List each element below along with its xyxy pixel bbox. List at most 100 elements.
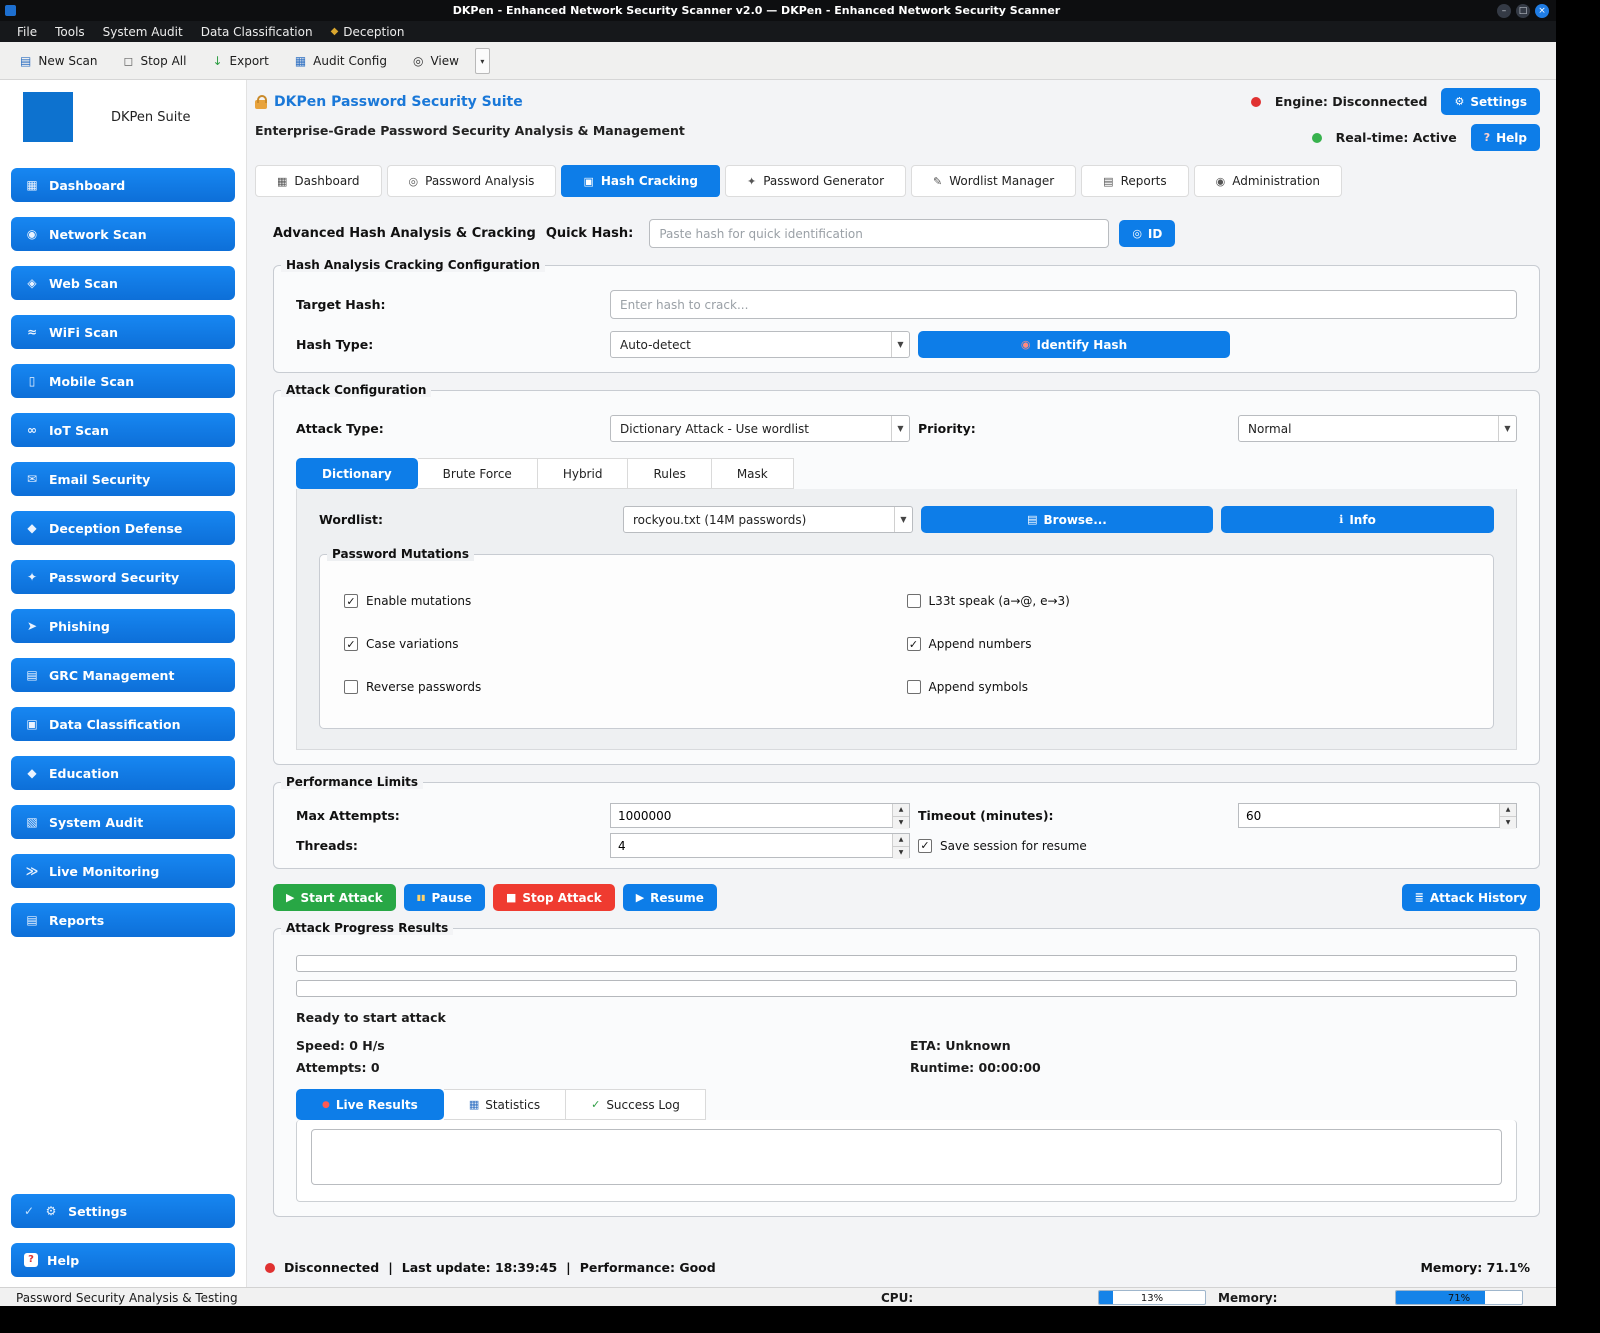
- attack-type-select[interactable]: Dictionary Attack - Use wordlist▼: [610, 415, 910, 442]
- sidebar-item-grc-management[interactable]: ▤GRC Management: [11, 658, 235, 692]
- sidebar-item-phishing[interactable]: ➤Phishing: [11, 609, 235, 643]
- footer-text: Password Security Analysis & Testing: [16, 1291, 238, 1305]
- close-button[interactable]: ×: [1535, 4, 1549, 18]
- sidebar-item-network-scan[interactable]: ◉Network Scan: [11, 217, 235, 251]
- minimize-button[interactable]: –: [1497, 4, 1511, 18]
- attempts-text: Attempts: 0: [296, 1060, 910, 1075]
- subtab-rules[interactable]: Rules: [628, 458, 711, 489]
- attack-history-button[interactable]: ≣Attack History: [1402, 884, 1540, 911]
- stepper-arrows-icon[interactable]: ▲▼: [1499, 804, 1516, 827]
- checkbox-case-variations[interactable]: Case variations: [344, 637, 907, 651]
- menu-data-classification[interactable]: Data Classification: [192, 24, 322, 40]
- phishing-icon: ➤: [24, 619, 40, 633]
- tab-password-generator[interactable]: ✦Password Generator: [725, 165, 906, 197]
- tab-reports[interactable]: ▤Reports: [1081, 165, 1188, 197]
- tab-password-analysis[interactable]: ◎Password Analysis: [387, 165, 557, 197]
- sidebar: DKPen Suite ▦Dashboard ◉Network Scan ◈We…: [0, 80, 247, 1287]
- priority-select[interactable]: Normal▼: [1238, 415, 1517, 442]
- subtab-live-results[interactable]: ●Live Results: [296, 1089, 444, 1120]
- subtab-mask[interactable]: Mask: [712, 458, 794, 489]
- priority-label: Priority:: [918, 421, 1230, 436]
- tab-administration[interactable]: ◉Administration: [1194, 165, 1342, 197]
- attack-type-label: Attack Type:: [296, 421, 602, 436]
- hash-type-select[interactable]: Auto-detect▼: [610, 331, 910, 358]
- stepper-arrows-icon[interactable]: ▲▼: [892, 804, 909, 827]
- view-dropdown-caret[interactable]: ▾: [475, 48, 490, 74]
- sidebar-item-reports[interactable]: ▤Reports: [11, 903, 235, 937]
- stop-all-button[interactable]: ◻Stop All: [114, 48, 197, 74]
- sidebar-item-iot-scan[interactable]: ∞IoT Scan: [11, 413, 235, 447]
- tab-hash-cracking[interactable]: ▣Hash Cracking: [561, 165, 720, 197]
- sidebar-item-email-security[interactable]: ✉Email Security: [11, 462, 235, 496]
- info-button[interactable]: ℹInfo: [1221, 506, 1494, 533]
- menu-tools[interactable]: Tools: [46, 24, 94, 40]
- audit-config-button[interactable]: ▦Audit Config: [285, 48, 397, 74]
- sidebar-item-education[interactable]: ◆Education: [11, 756, 235, 790]
- subtab-brute-force[interactable]: Brute Force: [418, 458, 538, 489]
- wordlist-select[interactable]: rockyou.txt (14M passwords)▼: [623, 506, 913, 533]
- checkbox-enable-mutations[interactable]: Enable mutations: [344, 594, 907, 608]
- timeout-input[interactable]: [1239, 804, 1499, 827]
- maximize-button[interactable]: □: [1516, 4, 1530, 18]
- suite-name: DKPen Suite: [111, 110, 190, 125]
- timeout-stepper[interactable]: ▲▼: [1238, 803, 1517, 828]
- checkbox-l33t-speak[interactable]: L33t speak (a→@, e→3): [907, 594, 1470, 608]
- runtime-text: Runtime: 00:00:00: [910, 1060, 1517, 1075]
- subtab-statistics[interactable]: ▦Statistics: [444, 1089, 566, 1120]
- stop-attack-button[interactable]: ■Stop Attack: [493, 884, 615, 911]
- identify-hash-button[interactable]: ◉Identify Hash: [918, 331, 1230, 358]
- connection-status: Disconnected: [284, 1260, 379, 1275]
- quick-hash-label: Quick Hash:: [546, 226, 633, 241]
- view-button[interactable]: ◎View: [403, 48, 469, 74]
- tab-dashboard[interactable]: ▦Dashboard: [255, 165, 382, 197]
- new-scan-button[interactable]: ▤New Scan: [10, 48, 108, 74]
- settings-button[interactable]: ⚙Settings: [1441, 88, 1540, 115]
- threads-stepper[interactable]: ▲▼: [610, 833, 910, 858]
- quick-id-button[interactable]: ◎ID: [1119, 220, 1175, 247]
- menu-bar: File Tools System Audit Data Classificat…: [0, 21, 1556, 42]
- subtab-dictionary[interactable]: Dictionary: [296, 458, 418, 489]
- sidebar-item-system-audit[interactable]: ▧System Audit: [11, 805, 235, 839]
- checkbox-append-symbols[interactable]: Append symbols: [907, 680, 1470, 694]
- performance-status: Performance: Good: [580, 1260, 716, 1275]
- dictionary-panel: Wordlist: rockyou.txt (14M passwords)▼ ▤…: [296, 489, 1517, 750]
- sidebar-item-mobile-scan[interactable]: ▯Mobile Scan: [11, 364, 235, 398]
- sidebar-item-live-monitoring[interactable]: ≫Live Monitoring: [11, 854, 235, 888]
- start-attack-button[interactable]: ▶Start Attack: [273, 884, 396, 911]
- attack-progress-group: Attack Progress Results Ready to start a…: [273, 928, 1540, 1217]
- engine-status: Engine: Disconnected: [1275, 94, 1428, 109]
- sidebar-item-wifi-scan[interactable]: ≈WiFi Scan: [11, 315, 235, 349]
- resume-button[interactable]: ▶Resume: [623, 884, 717, 911]
- sidebar-item-password-security[interactable]: ✦Password Security: [11, 560, 235, 594]
- network-scan-icon: ◉: [24, 227, 40, 241]
- stepper-arrows-icon[interactable]: ▲▼: [892, 834, 909, 857]
- data-classification-icon: ▣: [24, 717, 40, 731]
- sidebar-item-data-classification[interactable]: ▣Data Classification: [11, 707, 235, 741]
- sidebar-item-help[interactable]: ?Help: [11, 1243, 235, 1277]
- menu-system-audit[interactable]: System Audit: [94, 24, 192, 40]
- checkbox-save-session[interactable]: Save session for resume: [918, 839, 1517, 853]
- quick-hash-input[interactable]: [649, 219, 1109, 248]
- sidebar-item-settings[interactable]: ✓⚙Settings: [11, 1194, 235, 1228]
- checkbox-reverse-passwords[interactable]: Reverse passwords: [344, 680, 907, 694]
- max-attempts-input[interactable]: [611, 804, 892, 827]
- sidebar-item-web-scan[interactable]: ◈Web Scan: [11, 266, 235, 300]
- live-results-textarea[interactable]: [311, 1129, 1502, 1185]
- pause-button[interactable]: ▮▮Pause: [404, 884, 485, 911]
- subtab-hybrid[interactable]: Hybrid: [538, 458, 629, 489]
- threads-input[interactable]: [611, 834, 892, 857]
- attack-progress-group-title: Attack Progress Results: [281, 921, 453, 935]
- checkbox-append-numbers[interactable]: Append numbers: [907, 637, 1470, 651]
- menu-deception[interactable]: ◆Deception: [322, 24, 414, 40]
- target-hash-input[interactable]: [610, 290, 1517, 319]
- sidebar-item-deception-defense[interactable]: ◆Deception Defense: [11, 511, 235, 545]
- max-attempts-stepper[interactable]: ▲▼: [610, 803, 910, 828]
- menu-file[interactable]: File: [8, 24, 46, 40]
- subtab-success-log[interactable]: ✓Success Log: [566, 1089, 706, 1120]
- browse-button[interactable]: ▤Browse...: [921, 506, 1213, 533]
- sidebar-item-dashboard[interactable]: ▦Dashboard: [11, 168, 235, 202]
- help-button[interactable]: ?Help: [1471, 124, 1540, 151]
- export-button[interactable]: ↓Export: [202, 48, 278, 74]
- separator: |: [566, 1260, 571, 1275]
- tab-wordlist-manager[interactable]: ✎Wordlist Manager: [911, 165, 1076, 197]
